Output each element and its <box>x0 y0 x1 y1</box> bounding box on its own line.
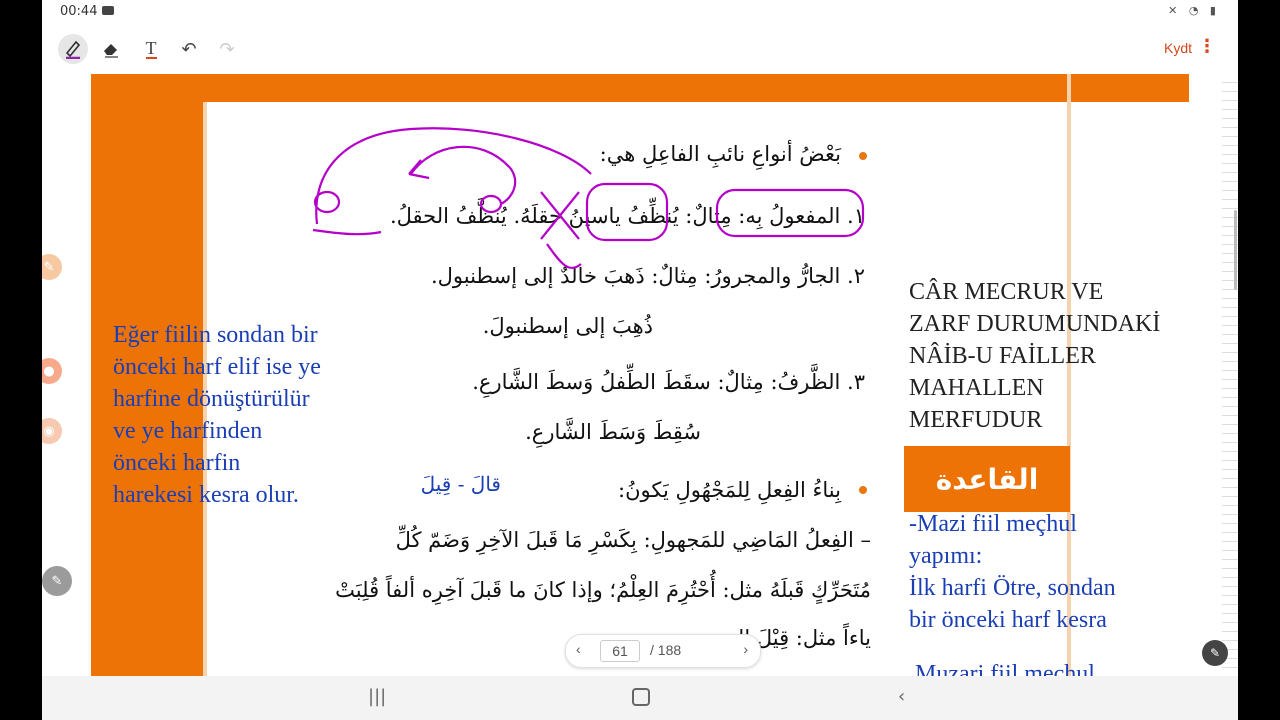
ink-box <box>585 182 669 242</box>
recent-apps-icon[interactable]: ||| <box>368 686 386 707</box>
ink-cross <box>540 191 580 240</box>
page-total: / 188 <box>650 642 682 658</box>
side-dot-icon[interactable]: ● <box>42 358 62 384</box>
page-number-input[interactable]: 61 <box>600 640 640 662</box>
ink-circle <box>479 194 503 214</box>
pen-icon <box>65 40 81 59</box>
status-bar: 00:44 ✕ ◔ ▮ <box>42 0 1238 24</box>
redo-icon: ↷ <box>219 38 235 60</box>
page-navigator: ‹ 61 / 188 › <box>565 634 761 668</box>
annotation-toolbar: T ↶ ↷ Kydt ⋮ <box>42 24 1238 74</box>
ink-annotations <box>312 127 865 269</box>
side-camera-icon[interactable]: ◉ <box>42 418 62 444</box>
undo-icon: ↶ <box>181 38 197 60</box>
ink-arrow-curve <box>315 127 592 225</box>
eraser-icon <box>104 44 118 58</box>
undo-button[interactable]: ↶ <box>174 34 204 64</box>
text-tool-icon: T <box>145 38 157 59</box>
eraser-tool-button[interactable] <box>96 34 126 64</box>
pdf-edit-icon[interactable]: ✎ <box>1202 640 1228 666</box>
pdf-page: بَعْضُ أنواعِ نائبِ الفاعِلِ هي: ١. المف… <box>91 74 1196 676</box>
ink-arrowhead <box>408 159 430 180</box>
back-icon[interactable]: ‹ <box>898 686 905 707</box>
floating-pen-button[interactable]: ✎ <box>42 566 72 596</box>
ink-arrow-curve <box>410 145 517 205</box>
more-options-icon[interactable]: ⋮ <box>1198 36 1216 57</box>
ink-underline <box>312 228 382 236</box>
navigation-bar: ||| ‹ <box>42 676 1238 720</box>
ink-circle <box>313 190 341 214</box>
tablet-screen: 00:44 ✕ ◔ ▮ T ↶ ↷ Kydt ⋮ ✎ ● ◉ ✎ بَعْضُ … <box>42 0 1238 720</box>
ink-stroke <box>546 243 582 269</box>
scroll-track[interactable] <box>1222 74 1238 676</box>
pen-tool-button[interactable] <box>58 34 88 64</box>
ink-box <box>715 188 865 238</box>
redo-button[interactable]: ↷ <box>212 34 242 64</box>
text-tool-button[interactable]: T <box>136 34 166 64</box>
save-button[interactable]: Kydt <box>1164 40 1192 56</box>
clock: 00:44 <box>60 4 98 19</box>
scroll-thumb[interactable] <box>1234 210 1237 290</box>
screen-record-icon <box>102 6 114 15</box>
system-icons: ✕ ◔ ▮ <box>1168 4 1220 17</box>
next-page-icon[interactable]: › <box>743 641 748 657</box>
prev-page-icon[interactable]: ‹ <box>576 641 581 657</box>
side-pen-icon[interactable]: ✎ <box>42 254 62 280</box>
home-icon[interactable] <box>632 688 650 706</box>
